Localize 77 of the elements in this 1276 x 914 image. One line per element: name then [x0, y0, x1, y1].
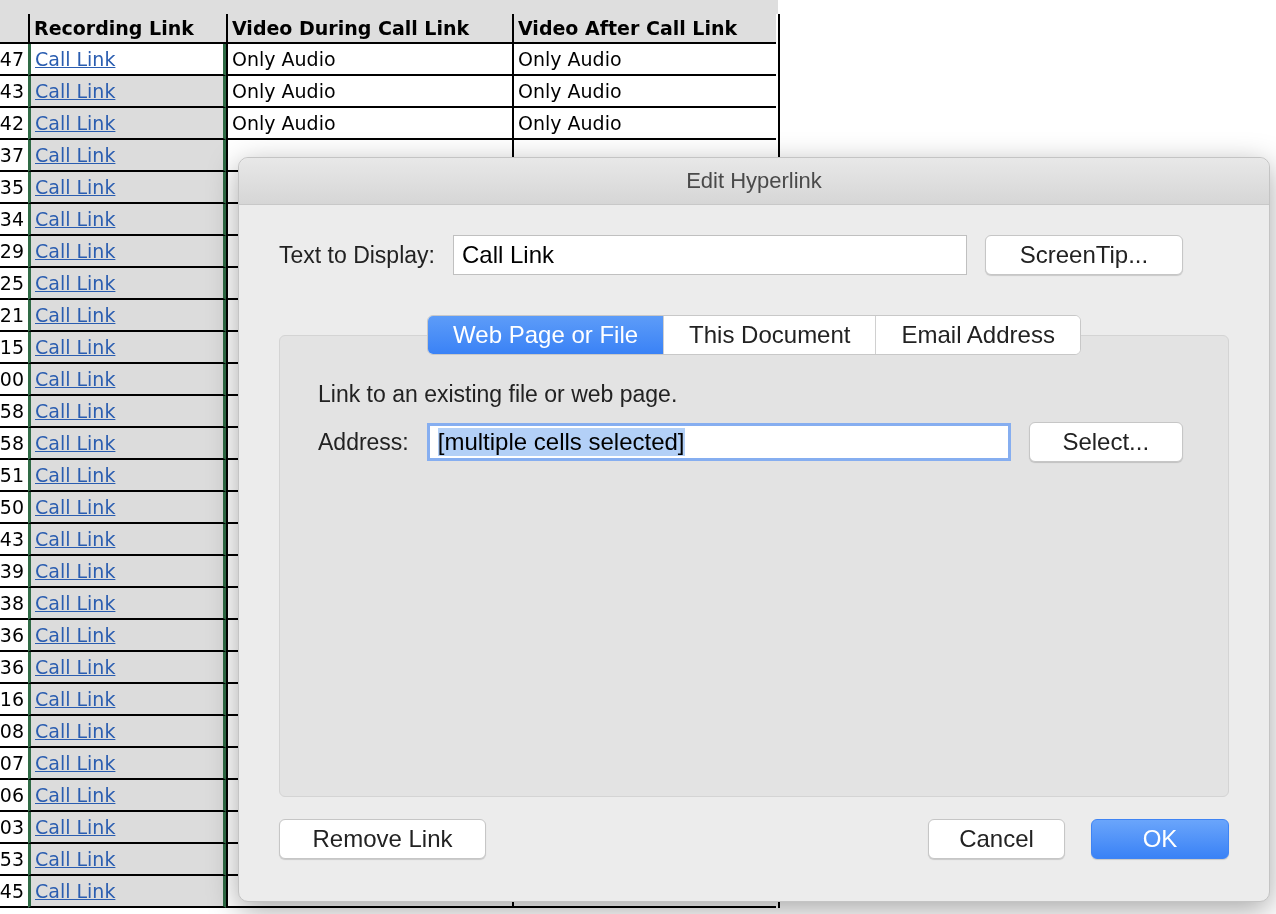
call-link[interactable]: Call Link [35, 688, 116, 710]
text-to-display-field[interactable]: Call Link [452, 235, 967, 275]
call-link[interactable]: Call Link [35, 80, 116, 102]
column-header: Video After Call Link [512, 14, 776, 44]
table-cell: Only Audio [226, 44, 512, 76]
table-cell[interactable]: Call Link [28, 716, 226, 748]
table-cell[interactable]: Call Link [28, 428, 226, 460]
address-label: Address: [318, 428, 409, 456]
table-cell: Only Audio [512, 44, 776, 76]
table-cell[interactable]: Call Link [28, 300, 226, 332]
table-cell[interactable]: Call Link [28, 204, 226, 236]
call-link[interactable]: Call Link [35, 784, 116, 806]
table-cell[interactable]: Call Link [28, 652, 226, 684]
table-cell[interactable]: Call Link [28, 268, 226, 300]
remove-link-button[interactable]: Remove Link [279, 819, 486, 859]
call-link[interactable]: Call Link [35, 496, 116, 518]
address-field[interactable]: [multiple cells selected] [426, 423, 1011, 461]
table-cell[interactable]: Call Link [28, 236, 226, 268]
call-link[interactable]: Call Link [35, 592, 116, 614]
table-cell[interactable]: Call Link [28, 748, 226, 780]
call-link[interactable]: Call Link [35, 400, 116, 422]
table-cell[interactable]: Call Link [28, 140, 226, 172]
table-cell[interactable]: Call Link [28, 44, 226, 76]
select-button[interactable]: Select... [1028, 422, 1183, 462]
table-cell: Only Audio [512, 76, 776, 108]
call-link[interactable]: Call Link [35, 464, 116, 486]
call-link[interactable]: Call Link [35, 304, 116, 326]
table-cell[interactable]: Call Link [28, 812, 226, 844]
call-link[interactable]: Call Link [35, 624, 116, 646]
ok-button[interactable]: OK [1091, 819, 1229, 859]
table-cell[interactable]: Call Link [28, 588, 226, 620]
table-cell[interactable]: Call Link [28, 620, 226, 652]
table-cell[interactable]: Call Link [28, 172, 226, 204]
screentip-button[interactable]: ScreenTip... [984, 235, 1183, 275]
call-link[interactable]: Call Link [35, 240, 116, 262]
dialog-title: Edit Hyperlink [686, 168, 822, 194]
call-link[interactable]: Call Link [35, 112, 116, 134]
call-link[interactable]: Call Link [35, 752, 116, 774]
table-cell[interactable]: Call Link [28, 332, 226, 364]
call-link[interactable]: Call Link [35, 816, 116, 838]
call-link[interactable]: Call Link [35, 848, 116, 870]
table-cell[interactable]: Call Link [28, 492, 226, 524]
table-cell: Only Audio [226, 76, 512, 108]
call-link[interactable]: Call Link [35, 656, 116, 678]
call-link[interactable]: Call Link [35, 272, 116, 294]
call-link[interactable]: Call Link [35, 176, 116, 198]
table-cell[interactable]: Call Link [28, 524, 226, 556]
table-cell: Only Audio [512, 108, 776, 140]
table-cell[interactable]: Call Link [28, 396, 226, 428]
link-description: Link to an existing file or web page. [318, 381, 679, 408]
call-link[interactable]: Call Link [35, 208, 116, 230]
call-link[interactable]: Call Link [35, 336, 116, 358]
table-cell[interactable]: Call Link [28, 780, 226, 812]
link-type-tab[interactable]: Email Address [875, 316, 1080, 354]
table-cell: Only Audio [226, 108, 512, 140]
call-link[interactable]: Call Link [35, 528, 116, 550]
link-type-tab[interactable]: Web Page or File [428, 316, 664, 354]
table-cell[interactable]: Call Link [28, 684, 226, 716]
call-link[interactable]: Call Link [35, 368, 116, 390]
text-to-display-label: Text to Display: [279, 241, 435, 269]
column-header: Video During Call Link [226, 14, 512, 44]
call-link[interactable]: Call Link [35, 432, 116, 454]
call-link[interactable]: Call Link [35, 720, 116, 742]
call-link[interactable]: Call Link [35, 560, 116, 582]
column-header: Recording Link [28, 14, 226, 44]
call-link[interactable]: Call Link [35, 144, 116, 166]
table-cell[interactable]: Call Link [28, 876, 226, 908]
call-link[interactable]: Call Link [35, 48, 116, 70]
table-cell[interactable]: Call Link [28, 108, 226, 140]
table-cell[interactable]: Call Link [28, 844, 226, 876]
corner-cell [0, 14, 28, 44]
table-cell[interactable]: Call Link [28, 364, 226, 396]
cancel-button[interactable]: Cancel [928, 819, 1065, 859]
call-link[interactable]: Call Link [35, 880, 116, 902]
table-cell[interactable]: Call Link [28, 76, 226, 108]
table-cell[interactable]: Call Link [28, 556, 226, 588]
table-cell[interactable]: Call Link [28, 460, 226, 492]
